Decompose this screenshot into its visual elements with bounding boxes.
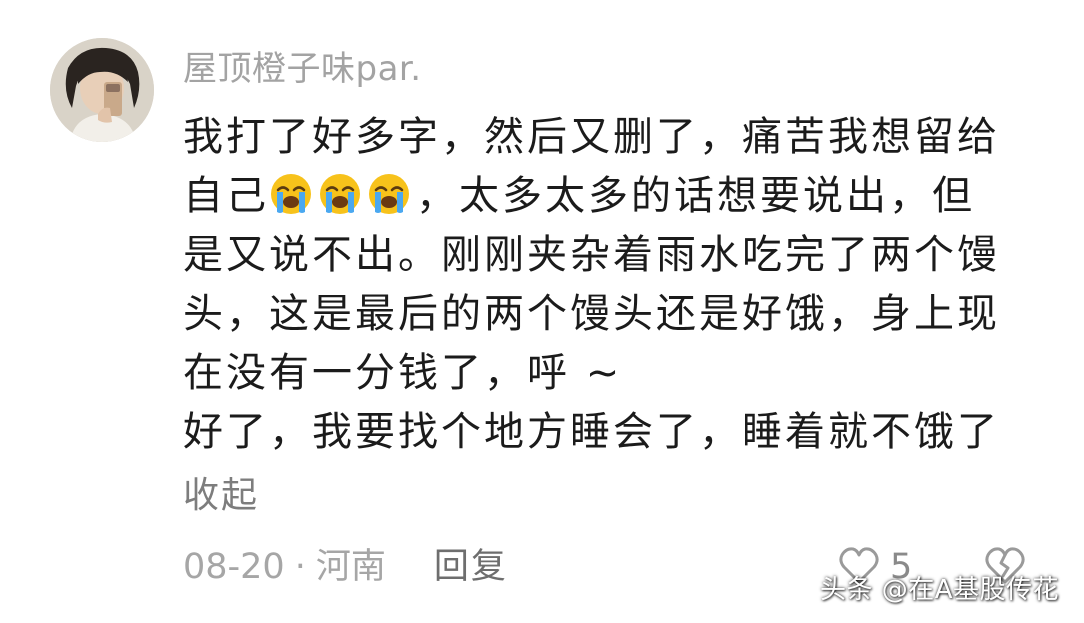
comment-line: 在没有一分钱了，呼 ~ bbox=[183, 350, 623, 396]
meta-separator: · bbox=[294, 547, 306, 587]
comment-line: 我打了好多字，然后又删了，痛苦我想留给 bbox=[183, 114, 1000, 160]
comment-line-prefix: 自己 bbox=[183, 173, 269, 219]
comment-line-rest: ，太多太多的话想要说出，但 bbox=[416, 173, 975, 219]
loudly-crying-face-icon bbox=[367, 172, 411, 216]
comment-line: 好了，我要找个地方睡会了，睡着就不饿了 bbox=[183, 409, 1000, 455]
comment-meta: 08-20 · 河南 回复 bbox=[183, 543, 508, 591]
comment-line: 是又说不出。刚刚夹杂着雨水吃完了两个馒 bbox=[183, 232, 1000, 278]
comment-line: 头，这是最后的两个馒头还是好饿，身上现 bbox=[183, 291, 1000, 337]
reply-button[interactable]: 回复 bbox=[434, 543, 508, 591]
comment-text: 我打了好多字，然后又删了，痛苦我想留给 自己 ，太多太多的话想要说出，但 是又说不… bbox=[183, 108, 1053, 462]
comment-location: 河南 bbox=[315, 547, 386, 587]
comment-card: 屋顶橙子味par. 我打了好多字，然后又删了，痛苦我想留给 自己 ，太多太多的话想… bbox=[0, 0, 1084, 623]
username[interactable]: 屋顶橙子味par. bbox=[183, 47, 422, 91]
loudly-crying-face-icon bbox=[269, 172, 313, 216]
collapse-button[interactable]: 收起 bbox=[183, 472, 259, 520]
avatar-image bbox=[50, 38, 154, 142]
comment-date: 08-20 bbox=[183, 547, 285, 587]
watermark: 头条 @在A基股传花 bbox=[820, 575, 1060, 605]
loudly-crying-face-icon bbox=[318, 172, 362, 216]
avatar[interactable] bbox=[50, 38, 154, 142]
comment-line: 自己 ，太多太多的话想要说出，但 bbox=[183, 167, 1053, 226]
